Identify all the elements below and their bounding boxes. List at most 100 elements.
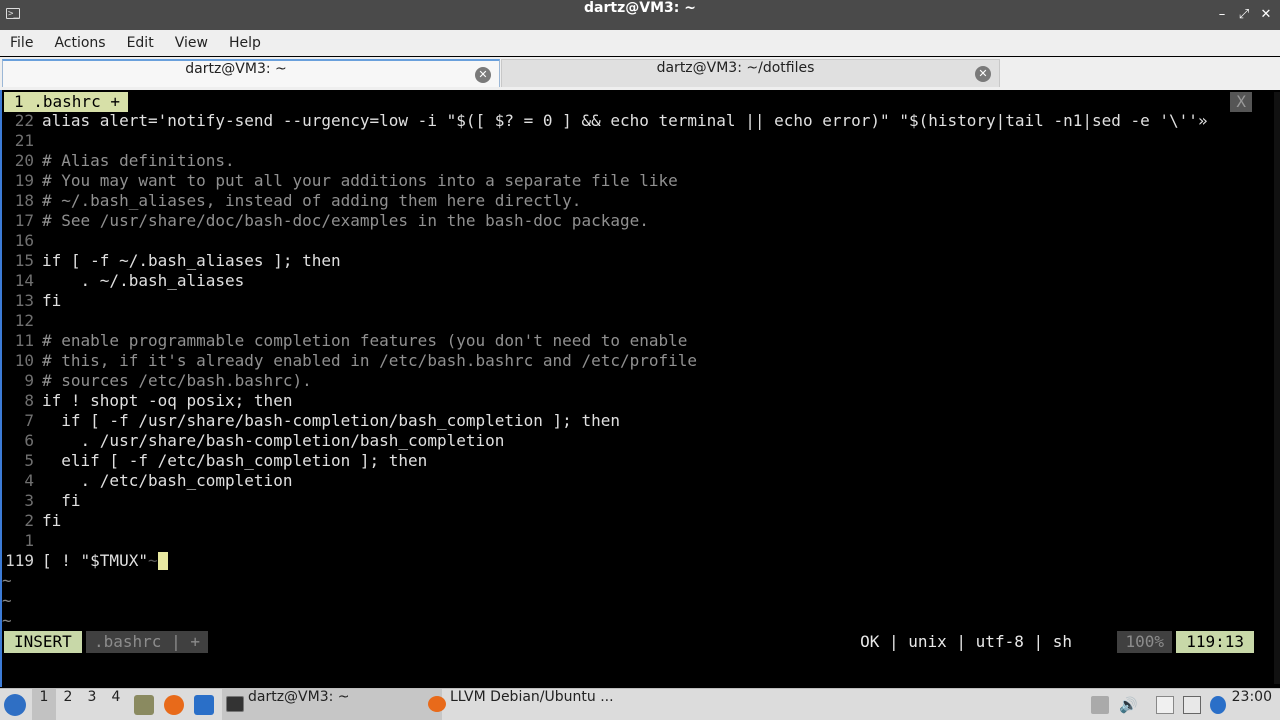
line-number: 15 [14,251,34,270]
editor-line[interactable]: 1 [2,531,1272,551]
editor-line[interactable]: 10 # this, if it's already enabled in /et… [2,351,1272,371]
window-titlebar: >_ dartz@VM3: ~ – ⤢ ✕ [0,0,1280,30]
status-position: 119:13 [1176,631,1254,653]
scrollbar[interactable] [1274,92,1280,684]
task-firefox[interactable]: LLVM Debian/Ubuntu ... [424,689,650,720]
current-line[interactable]: 119 [ ! "$TMUX"~ [2,551,1272,571]
menu-actions[interactable]: Actions [44,35,116,51]
tab-close-icon[interactable]: ✕ [975,66,991,82]
buffer-tab[interactable]: 1 .bashrc + [4,92,128,112]
line-number: 119 [5,551,34,570]
editor-line[interactable]: 12 [2,311,1272,331]
editor-line[interactable]: 20 # Alias definitions. [2,151,1272,171]
task-terminal[interactable]: dartz@VM3: ~ [222,689,442,720]
line-text: # Alias definitions. [42,151,235,170]
tab-close-icon[interactable]: ✕ [475,67,491,83]
editor-line[interactable]: 3 fi [2,491,1272,511]
line-text: fi [42,511,62,530]
clock[interactable]: 23:00 [1232,689,1272,705]
menu-help[interactable]: Help [219,35,272,51]
line-number: 18 [14,191,34,210]
line-number: 11 [14,331,34,350]
workspace-2[interactable]: 2 [56,689,80,720]
terminal-view[interactable]: 1 .bashrc + X 22 alias alert='notify-send… [0,90,1280,687]
line-text: # this, if it's already enabled in /etc/… [42,351,698,370]
tab-label: dartz@VM3: ~/dotfiles [656,60,815,76]
line-number: 10 [14,351,34,370]
line-number: 19 [14,171,34,190]
maximize-icon[interactable]: ⤢ [1236,7,1252,23]
editor-line[interactable]: 18 # ~/.bash_aliases, instead of adding t… [2,191,1272,211]
line-text: # See /usr/share/doc/bash-doc/examples i… [42,211,649,230]
editor-line[interactable]: 7 if [ -f /usr/share/bash-completion/bas… [2,411,1272,431]
start-menu-icon[interactable] [4,694,26,716]
workspace-1[interactable]: 1 [32,689,56,720]
editor-line[interactable]: 14 . ~/.bash_aliases [2,271,1272,291]
editor-lines[interactable]: 22 alias alert='notify-send --urgency=low… [2,111,1272,631]
line-text: . /usr/share/bash-completion/bash_comple… [42,431,505,450]
line-text: . ~/.bash_aliases [42,271,245,290]
line-number: 3 [24,491,34,510]
editor-line[interactable]: 15 if [ -f ~/.bash_aliases ]; then [2,251,1272,271]
workspace-4[interactable]: 4 [104,689,128,720]
workspace-3[interactable]: 3 [80,689,104,720]
line-number: 21 [14,131,34,150]
editor-line[interactable]: 13 fi [2,291,1272,311]
line-text: if ! shopt -oq posix; then [42,391,293,410]
editor-line[interactable]: 2 fi [2,511,1272,531]
editor-line[interactable]: 11 # enable programmable completion featu… [2,331,1272,351]
line-number: 5 [24,451,34,470]
taskbar: 1 2 3 4 dartz@VM3: ~ LLVM Debian/Ubuntu … [0,688,1280,720]
task-label: dartz@VM3: ~ [248,689,350,705]
tilde-marker: ~ [2,611,12,630]
file-manager-icon[interactable] [134,695,154,715]
display-icon[interactable] [1183,696,1201,714]
menu-file[interactable]: File [0,35,44,51]
tilde-marker: ~ [2,571,12,590]
line-number: 20 [14,151,34,170]
editor-line[interactable]: 5 elif [ -f /etc/bash_completion ]; then [2,451,1272,471]
firefox-icon [428,696,446,712]
minimize-icon[interactable]: – [1214,7,1230,23]
line-text: fi [42,491,81,510]
line-number: 2 [24,511,34,530]
menu-edit[interactable]: Edit [117,35,165,51]
line-text: if [ -f /usr/share/bash-completion/bash_… [42,411,620,430]
status-fileinfo: OK | unix | utf-8 | sh [860,632,1072,651]
updates-icon[interactable] [1210,696,1226,714]
editor-line[interactable]: 16 [2,231,1272,251]
menu-view[interactable]: View [165,35,219,51]
empty-line-marker: ~ [2,591,1272,611]
show-desktop-icon[interactable] [194,695,214,715]
mode-indicator: INSERT [4,631,82,653]
editor-line[interactable]: 4 . /etc/bash_completion [2,471,1272,491]
editor-line[interactable]: 19 # You may want to put all your additio… [2,171,1272,191]
tray-up-icon[interactable] [1091,696,1109,714]
line-number: 16 [14,231,34,250]
tab-bar: dartz@VM3: ~ ✕ dartz@VM3: ~/dotfiles ✕ [0,57,1280,90]
editor-line[interactable]: 8 if ! shopt -oq posix; then [2,391,1272,411]
line-text: alias alert='notify-send --urgency=low -… [42,111,1208,130]
editor-line[interactable]: 17 # See /usr/share/doc/bash-doc/examples… [2,211,1272,231]
line-number: 22 [14,111,34,130]
line-text: . /etc/bash_completion [42,471,293,490]
firefox-launcher-icon[interactable] [164,695,184,715]
editor-line[interactable]: 9 # sources /etc/bash.bashrc). [2,371,1272,391]
editor-line[interactable]: 6 . /usr/share/bash-completion/bash_comp… [2,431,1272,451]
tab-dotfiles[interactable]: dartz@VM3: ~/dotfiles ✕ [501,59,1000,87]
menu-bar: File Actions Edit View Help [0,30,1280,56]
clipboard-icon[interactable] [1156,696,1174,714]
vim-statusline: INSERT .bashrc | + OK | unix | utf-8 | s… [2,631,1258,653]
buffer-close-button[interactable]: X [1230,92,1252,112]
line-number: 17 [14,211,34,230]
line-text: if [ -f ~/.bash_aliases ]; then [42,251,341,270]
close-icon[interactable]: ✕ [1258,7,1274,23]
line-number: 8 [24,391,34,410]
volume-icon[interactable]: 🔊 [1119,696,1138,714]
suggestion-text: ~ [147,551,158,570]
vim-bufferline: 1 .bashrc + X [2,92,1278,112]
tab-home[interactable]: dartz@VM3: ~ ✕ [2,59,500,87]
editor-line[interactable]: 22 alias alert='notify-send --urgency=low… [2,111,1272,131]
editor-line[interactable]: 21 [2,131,1272,151]
line-number: 7 [24,411,34,430]
